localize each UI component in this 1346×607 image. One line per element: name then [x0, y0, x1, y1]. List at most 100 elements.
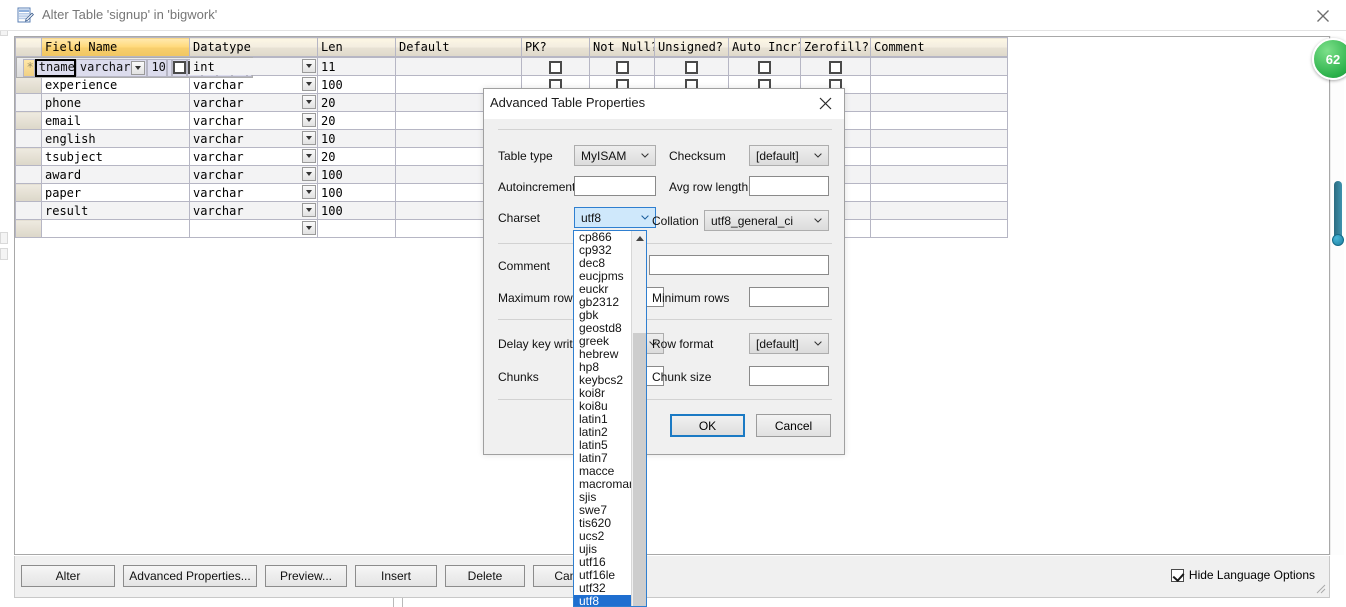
pk-checkbox-cell[interactable]	[171, 58, 187, 77]
row-header-cell[interactable]	[15, 93, 42, 112]
len-cell[interactable]: 10	[147, 58, 167, 77]
resize-grip-icon[interactable]	[1314, 582, 1326, 594]
chevron-down-icon[interactable]	[302, 113, 316, 127]
pk-checkbox-cell[interactable]	[521, 57, 590, 76]
chevron-down-icon[interactable]	[302, 149, 316, 163]
charset-select[interactable]: utf8	[574, 207, 656, 228]
dialog-close-icon[interactable]	[817, 95, 834, 112]
field-name-cell[interactable]: tsubject	[41, 147, 190, 166]
autoincrement-input[interactable]	[574, 176, 656, 196]
default-cell[interactable]	[395, 57, 522, 76]
comment-cell[interactable]	[870, 147, 1008, 166]
collation-select[interactable]: utf8_general_ci	[704, 210, 829, 231]
close-icon[interactable]	[1314, 7, 1332, 25]
datatype-cell[interactable]: int	[189, 57, 318, 76]
pk-checkbox[interactable]	[549, 60, 562, 74]
len-cell[interactable]: 100	[317, 201, 396, 220]
datatype-cell[interactable]: varchar	[189, 201, 318, 220]
len-cell[interactable]: 100	[317, 165, 396, 184]
comment-cell[interactable]	[870, 75, 1008, 94]
comment-cell[interactable]	[870, 201, 1008, 220]
field-name-cell[interactable]: english	[41, 129, 190, 148]
len-cell[interactable]: 100	[317, 183, 396, 202]
grid-header-datatype[interactable]: Datatype	[189, 37, 318, 57]
row-header-cell[interactable]	[15, 75, 42, 94]
chevron-down-icon[interactable]	[131, 60, 146, 75]
scrollbar-thumb[interactable]	[1334, 181, 1342, 241]
pk-checkbox[interactable]	[172, 60, 186, 74]
checksum-select[interactable]: [default]	[749, 145, 829, 166]
grid-header-zerofill[interactable]: Zerofill?	[800, 37, 871, 57]
comment-cell[interactable]	[870, 165, 1008, 184]
row-format-select[interactable]: [default]	[749, 333, 829, 354]
avg-row-length-input[interactable]	[749, 176, 829, 196]
grid-header-len[interactable]: Len	[317, 37, 396, 57]
field-name-cell[interactable]: award	[41, 165, 190, 184]
grid-header-not-null[interactable]: Not Null?	[589, 37, 655, 57]
grid-header-default[interactable]: Default	[395, 37, 522, 57]
datatype-cell[interactable]: varchar	[189, 165, 318, 184]
field-name-cell[interactable]: experience	[41, 75, 190, 94]
hide-language-options-checkbox[interactable]: Hide Language Options	[1170, 568, 1315, 582]
chevron-down-icon[interactable]	[302, 203, 316, 217]
auto-incr-checkbox-cell[interactable]	[728, 57, 801, 76]
dialog-ok-button[interactable]: OK	[670, 414, 745, 437]
advanced-properties-button[interactable]: Advanced Properties...	[123, 565, 257, 587]
row-header-cell[interactable]	[15, 201, 42, 220]
row-header-cell[interactable]	[15, 165, 42, 184]
grid-header-field-name[interactable]: Field Name	[41, 37, 190, 57]
comment-input[interactable]	[649, 255, 829, 275]
datatype-cell[interactable]: varchar	[189, 183, 318, 202]
chevron-down-icon[interactable]	[302, 221, 316, 235]
len-cell[interactable]: 20	[317, 111, 396, 130]
grid-header-comment[interactable]: Comment	[870, 37, 1008, 57]
len-cell[interactable]: 11	[317, 57, 396, 76]
chevron-down-icon[interactable]	[302, 59, 316, 73]
datatype-cell[interactable]: varchar	[189, 147, 318, 166]
minimum-rows-input[interactable]	[749, 287, 829, 307]
len-cell[interactable]: 10	[317, 129, 396, 148]
delete-button[interactable]: Delete	[445, 565, 525, 587]
charset-option[interactable]: utf8	[574, 595, 632, 606]
unsigned-checkbox-cell[interactable]	[654, 57, 729, 76]
datatype-cell[interactable]: varchar	[75, 58, 148, 77]
window-vertical-scrollbar[interactable]	[1330, 36, 1344, 555]
auto-incr-checkbox[interactable]	[758, 60, 771, 74]
field-name-cell[interactable]: phone	[41, 93, 190, 112]
comment-cell[interactable]	[870, 183, 1008, 202]
not-null-checkbox-cell[interactable]	[589, 57, 655, 76]
charset-dropdown-scroll-thumb[interactable]	[633, 333, 646, 606]
table-type-select[interactable]: MyISAM	[574, 145, 656, 166]
chevron-down-icon[interactable]	[302, 95, 316, 109]
len-cell[interactable]: 20	[317, 147, 396, 166]
charset-dropdown-popup[interactable]: cp866 cp932 dec8 eucjpms euckr gb2312 gbk geost…	[573, 230, 647, 607]
datatype-cell[interactable]: varchar	[189, 93, 318, 112]
notification-badge[interactable]: 62	[1312, 38, 1346, 80]
insert-button[interactable]: Insert	[355, 565, 437, 587]
field-name-cell[interactable]: tname	[34, 58, 76, 77]
zerofill-checkbox-cell[interactable]	[800, 57, 871, 76]
chunk-size-input[interactable]	[749, 366, 829, 386]
datatype-cell[interactable]: varchar	[189, 129, 318, 148]
grid-header-auto-incr[interactable]: Auto Incr?	[728, 37, 801, 57]
row-header-cell[interactable]	[15, 129, 42, 148]
comment-cell[interactable]	[870, 93, 1008, 112]
comment-cell[interactable]	[870, 129, 1008, 148]
row-header-cell[interactable]	[15, 219, 42, 238]
comment-cell[interactable]	[870, 111, 1008, 130]
chevron-down-icon[interactable]	[302, 167, 316, 181]
row-header-cell[interactable]	[15, 147, 42, 166]
field-name-cell[interactable]: result	[41, 201, 190, 220]
grid-header-unsigned[interactable]: Unsigned?	[654, 37, 729, 57]
alter-button[interactable]: Alter	[21, 565, 115, 587]
row-header-cell[interactable]	[15, 183, 42, 202]
datatype-cell[interactable]: varchar	[189, 75, 318, 94]
chevron-down-icon[interactable]	[302, 185, 316, 199]
scroll-up-arrow-icon[interactable]	[632, 231, 646, 246]
datatype-cell[interactable]	[189, 219, 318, 238]
charset-dropdown-scrollbar[interactable]	[631, 231, 646, 606]
scrollbar-knob[interactable]	[1332, 234, 1344, 246]
len-cell[interactable]: 20	[317, 93, 396, 112]
datatype-cell[interactable]: varchar	[189, 111, 318, 130]
field-name-cell[interactable]: paper	[41, 183, 190, 202]
